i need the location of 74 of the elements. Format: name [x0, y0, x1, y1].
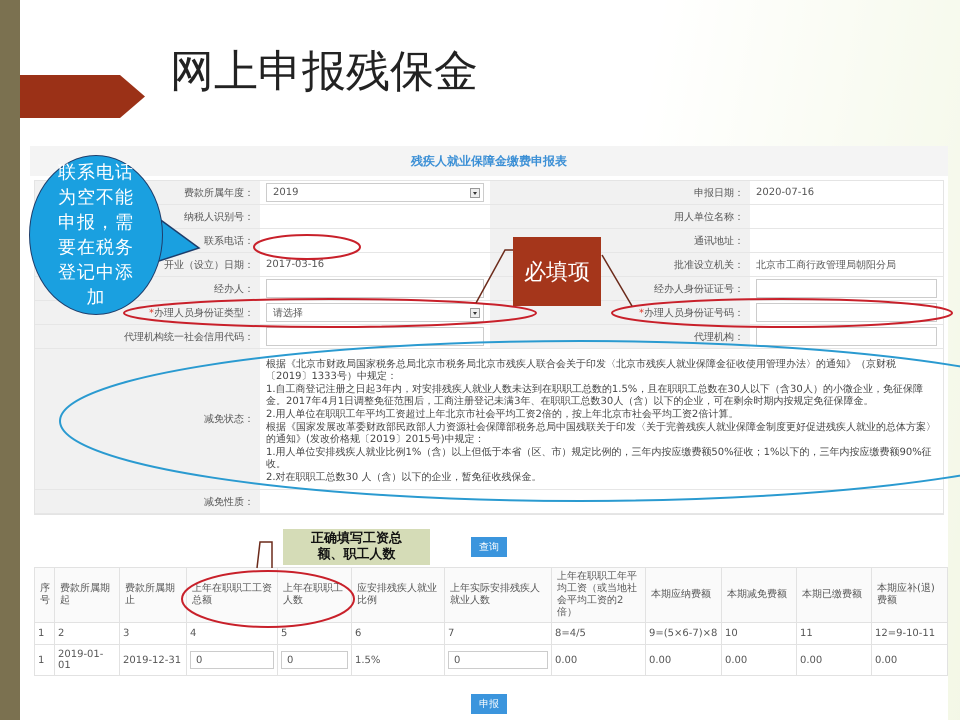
table-cell: 2019-12-31	[120, 644, 186, 676]
column-header: 本期应纳费额	[646, 568, 722, 622]
field-label: 代理机构：	[694, 330, 744, 344]
field-label: 费款所属年度：	[184, 186, 254, 200]
rule-paragraph: 根据《国家发展改革委财政部民政部人力资源社会保障部税务总局中国残联关于印发〈关于完善残疾人就业保障金制度更好促进残疾人就业的总体方案〉的通知》(发改价格规〔2019〕2015号)中规定：	[266, 422, 937, 446]
table-cell: 9=(5×6-7)×8	[646, 622, 722, 644]
field-label: 经办人：	[214, 282, 254, 296]
rule-paragraph: 1.用人单位安排残疾人就业比例1%（含）以上但低于本省（区、市）规定比例的，三年内按应缴费额50%征收；1%以下的，三年内按应缴费额90%征收。	[266, 447, 933, 471]
table-cell: 4	[186, 622, 278, 644]
rule-paragraph: 1.自工商登记注册之日起3年内，对安排残疾人就业人数未达到在职职工总数的1.5%，且在职职工总数在30人以下（含30人）的小微企业，免征保障金。2017年4月1日调整免征范围后，工商注册登记未满3年、在职职工总数30人（含）以下的企业，可在剩余时期内按规定免征保障金。	[266, 384, 924, 408]
leader-line	[601, 254, 633, 306]
table-cell: 12=9-10-11	[872, 622, 948, 644]
column-header: 上年在职职工年平均工资（或当地社会平均工资的2倍）	[552, 568, 646, 622]
table-cell: 6	[352, 622, 444, 644]
table-cell: 11	[796, 622, 872, 644]
callout-note: 正确填写工资总额、职工人数	[283, 529, 430, 565]
table-cell: 1	[34, 622, 54, 644]
column-header: 上年实际安排残疾人就业人数	[444, 568, 552, 622]
input-field[interactable]: 0	[448, 651, 548, 669]
table-cell: 0.00	[872, 644, 948, 676]
table-cell: 3	[120, 622, 186, 644]
select-field[interactable]: 2019	[266, 183, 484, 202]
field-value: 2020-07-16	[756, 187, 814, 198]
select-field[interactable]: 请选择	[266, 303, 484, 322]
field-label: 减免性质：	[204, 496, 254, 508]
input-field[interactable]	[756, 279, 937, 298]
leader-line	[256, 541, 273, 568]
column-header: 费款所属期止	[120, 568, 186, 622]
dropdown-caret-icon	[470, 188, 480, 198]
table-cell: 10	[722, 622, 796, 644]
table-cell: 1.5%	[352, 644, 444, 676]
table-cell: 1	[34, 644, 54, 676]
field-label: 代理机构统一社会信用代码：	[124, 330, 254, 344]
field-label: 联系电话：	[204, 234, 254, 248]
field-label: 减免状态：	[204, 412, 254, 426]
column-header: 本期应补(退)费额	[872, 568, 948, 622]
field-label: 申报日期：	[694, 186, 744, 200]
field-label: 用人单位名称：	[674, 210, 744, 224]
rule-paragraph: 根据《北京市财政局国家税务总局北京市税务局北京市残疾人联合会关于印发〈北京市残疾人就业保障金征收使用管理办法〉的通知》（京财税〔2019〕1333号）中规定：	[266, 359, 897, 383]
input-field[interactable]: 0	[190, 651, 274, 669]
column-header: 本期已缴费额	[796, 568, 872, 622]
table-cell: 7	[444, 622, 552, 644]
field-label: 开业（设立）日期：	[164, 258, 254, 272]
column-header: 费款所属期起	[54, 568, 120, 622]
input-field[interactable]	[266, 327, 484, 346]
table-cell: 2019-01-01	[54, 644, 120, 676]
input-field[interactable]	[756, 303, 937, 322]
column-header: 本期减免费额	[722, 568, 796, 622]
field-label: 纳税人识别号：	[184, 210, 254, 224]
slide-title: 网上申报残保金	[170, 45, 478, 99]
column-header: 序号	[34, 568, 54, 622]
table-cell: 0.00	[722, 644, 796, 676]
column-header: 应安排残疾人就业比例	[352, 568, 444, 622]
table-cell: 0.00	[552, 644, 646, 676]
table-cell: 0.00	[646, 644, 722, 676]
table-cell: 5	[278, 622, 352, 644]
rule-paragraph: 2.对在职职工总数30 人（含）以下的企业，暂免征收残保金。	[266, 472, 542, 484]
input-field[interactable]	[756, 327, 937, 346]
chevron-arrow-icon	[20, 75, 145, 118]
field-label: 批准设立机关：	[674, 258, 744, 272]
field-label: 通讯地址：	[694, 234, 744, 248]
input-field[interactable]: 0	[281, 651, 348, 669]
table-cell: 2	[54, 622, 120, 644]
field-label: *办理人员身份证号码：	[639, 306, 744, 320]
rule-paragraph: 2.用人单位在职职工年平均工资超过上年北京市社会平均工资2倍的，按上年北京市社会平均工资2倍计算。	[266, 409, 740, 421]
field-value: 北京市工商行政管理局朝阳分局	[756, 258, 896, 272]
table-cell: 8=4/5	[552, 622, 646, 644]
table-cell: 0.00	[796, 644, 872, 676]
field-value: 2017-03-16	[266, 259, 324, 270]
input-field[interactable]	[266, 279, 484, 298]
leader-line	[475, 249, 513, 304]
field-label: 经办人身份证证号：	[654, 282, 744, 296]
dropdown-caret-icon	[470, 308, 480, 318]
callout-label: 必填项	[513, 237, 601, 306]
